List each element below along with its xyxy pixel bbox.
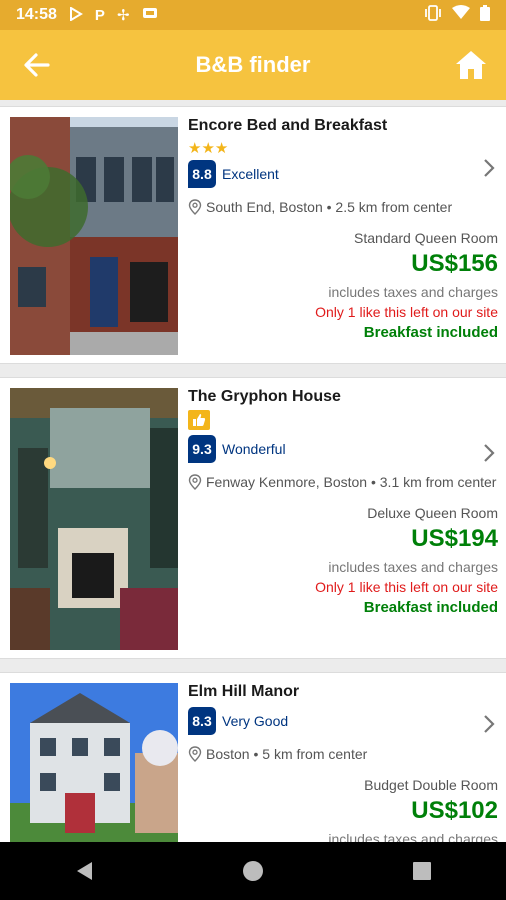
- hotel-info: Elm Hill Manor 8.3 Very Good Boston • 5 …: [188, 683, 498, 842]
- vibrate-icon: [424, 4, 442, 26]
- chevron-right-icon[interactable]: [482, 713, 496, 741]
- price: US$156: [411, 250, 498, 277]
- location-row: Boston • 5 km from center: [188, 743, 498, 765]
- arrow-left-icon: [24, 53, 50, 77]
- play-store-icon: [69, 5, 83, 24]
- score-badge: 8.8: [188, 160, 216, 188]
- price: US$194: [411, 525, 498, 552]
- availability-note: Only 1 like this left on our site: [315, 304, 498, 320]
- hotel-name[interactable]: Encore Bed and Breakfast: [188, 117, 498, 135]
- location-pin-icon: [188, 746, 202, 762]
- back-button[interactable]: [22, 50, 52, 80]
- location-pin-icon: [188, 199, 202, 215]
- status-left: 14:58 P ✢: [16, 5, 158, 24]
- nav-recents-button[interactable]: [392, 851, 452, 891]
- hotel-info: The Gryphon House 9.3 Wonderful Fenway K…: [188, 388, 498, 616]
- nav-home-button[interactable]: [223, 851, 283, 891]
- availability-note: Only 1 like this left on our site: [315, 579, 498, 595]
- hotel-list[interactable]: Encore Bed and Breakfast ★★★ 8.8 Excelle…: [0, 100, 506, 842]
- star-rating: ★★★: [188, 140, 229, 157]
- room-type: Deluxe Queen Room: [367, 505, 498, 521]
- taxes-note: includes taxes and charges: [328, 284, 498, 300]
- location-pin-icon: [188, 474, 202, 490]
- sim-icon: [142, 6, 158, 24]
- recents-square-icon: [412, 862, 431, 880]
- taxes-note: includes taxes and charges: [328, 831, 498, 842]
- status-bar: 14:58 P ✢: [0, 0, 506, 30]
- location-row: South End, Boston • 2.5 km from center: [188, 196, 498, 218]
- review-score: 9.3 Wonderful: [188, 435, 498, 463]
- room-type: Budget Double Room: [364, 777, 498, 793]
- wifi-icon: [452, 5, 470, 25]
- home-icon: [456, 51, 486, 79]
- battery-icon: [480, 4, 490, 26]
- home-button[interactable]: [454, 48, 488, 82]
- status-time: 14:58: [16, 6, 57, 23]
- hotel-photo[interactable]: [10, 388, 178, 650]
- thumbs-up-icon: [188, 410, 210, 430]
- chevron-right-icon[interactable]: [482, 157, 496, 185]
- review-score: 8.8 Excellent: [188, 160, 498, 188]
- rating-word: Very Good: [222, 713, 289, 729]
- pinwheel-icon: ✢: [116, 6, 130, 24]
- app-toolbar: B&B finder: [0, 30, 506, 100]
- location-text: South End, Boston • 2.5 km from center: [206, 199, 453, 215]
- nav-back-button[interactable]: [54, 851, 114, 891]
- breakfast-note: Breakfast included: [363, 599, 498, 616]
- chevron-right-icon[interactable]: [482, 442, 496, 470]
- hotel-card[interactable]: The Gryphon House 9.3 Wonderful Fenway K…: [0, 377, 506, 659]
- location-text: Boston • 5 km from center: [206, 746, 368, 762]
- page-title: B&B finder: [195, 52, 311, 77]
- hotel-info: Encore Bed and Breakfast ★★★ 8.8 Excelle…: [188, 117, 498, 341]
- back-triangle-icon: [77, 862, 93, 880]
- breakfast-note: Breakfast included: [363, 324, 498, 341]
- system-nav-bar: [0, 842, 506, 900]
- hotel-photo[interactable]: [10, 117, 178, 355]
- hotel-name[interactable]: Elm Hill Manor: [188, 683, 498, 701]
- rating-word: Wonderful: [222, 441, 286, 457]
- score-badge: 8.3: [188, 707, 216, 735]
- rating-word: Excellent: [222, 166, 279, 182]
- review-score: 8.3 Very Good: [188, 707, 498, 735]
- hotel-name[interactable]: The Gryphon House: [188, 388, 498, 406]
- hotel-card[interactable]: Elm Hill Manor 8.3 Very Good Boston • 5 …: [0, 672, 506, 842]
- parking-icon: P: [94, 6, 105, 24]
- score-badge: 9.3: [188, 435, 216, 463]
- taxes-note: includes taxes and charges: [328, 559, 498, 575]
- location-row: Fenway Kenmore, Boston • 3.1 km from cen…: [188, 471, 498, 493]
- status-right: [424, 4, 490, 26]
- room-type: Standard Queen Room: [354, 230, 498, 246]
- home-circle-icon: [242, 861, 263, 881]
- hotel-photo[interactable]: [10, 683, 178, 842]
- price: US$102: [411, 797, 498, 824]
- hotel-card[interactable]: Encore Bed and Breakfast ★★★ 8.8 Excelle…: [0, 106, 506, 364]
- location-text: Fenway Kenmore, Boston • 3.1 km from cen…: [206, 474, 497, 490]
